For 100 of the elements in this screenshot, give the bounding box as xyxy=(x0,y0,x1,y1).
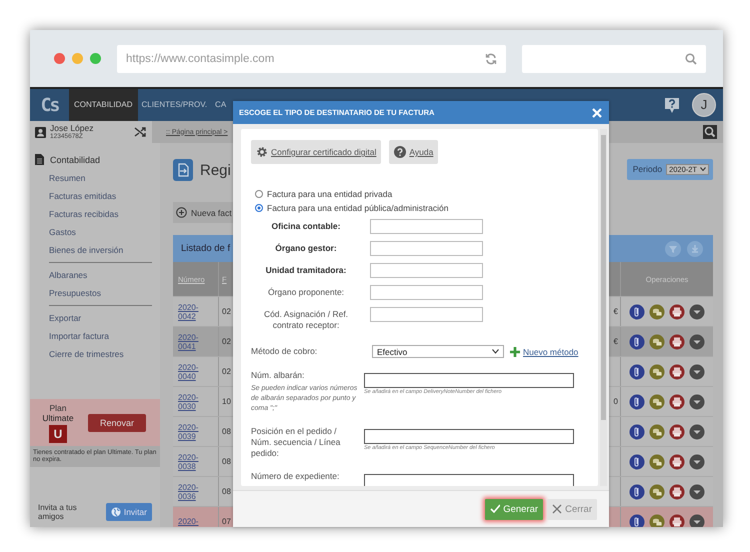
printer-icon[interactable] xyxy=(669,334,685,350)
settings-button[interactable]: Configurar certificado digital xyxy=(251,140,382,164)
invoice-number-link[interactable]: 2020- 0036 xyxy=(173,477,219,506)
nav-tab[interactable]: CA xyxy=(211,89,230,121)
sidebar-item[interactable]: Importar factura xyxy=(30,327,160,345)
printer-icon[interactable] xyxy=(669,424,685,440)
table-cell: 02 xyxy=(222,367,231,376)
caret-down-icon[interactable] xyxy=(689,334,705,350)
globe-icon xyxy=(110,507,121,517)
user-name: Jose López xyxy=(50,124,94,133)
sidebar-item[interactable]: Presupuestos xyxy=(30,284,160,302)
printer-icon[interactable] xyxy=(669,484,685,500)
plus-icon xyxy=(510,346,520,356)
input-field[interactable] xyxy=(370,307,483,322)
caret-down-icon[interactable] xyxy=(689,514,705,527)
payment-method-dropdown[interactable]: Efectivo xyxy=(372,345,504,358)
close-icon[interactable] xyxy=(592,108,602,118)
radio-button[interactable] xyxy=(255,190,263,198)
sidebar-item[interactable]: Resumen xyxy=(30,169,160,187)
sidebar-item[interactable]: Bienes de inversión xyxy=(30,241,160,259)
paperclip-icon[interactable] xyxy=(629,454,645,470)
close-icon xyxy=(552,504,562,514)
invoice-number-link[interactable]: 2020- xyxy=(173,507,219,527)
input-field[interactable] xyxy=(370,241,483,256)
coins-icon[interactable] xyxy=(649,424,665,440)
sidebar-section-title[interactable]: Contabilidad xyxy=(50,154,100,164)
address-bar[interactable]: https://www.contasimple.com xyxy=(117,44,506,72)
paperclip-icon[interactable] xyxy=(629,394,645,410)
printer-icon[interactable] xyxy=(669,454,685,470)
sidebar-item[interactable]: Albaranes xyxy=(30,266,160,284)
radio-button[interactable] xyxy=(255,204,263,212)
invoice-number-link[interactable]: 2020- 0040 xyxy=(173,357,219,386)
check-icon xyxy=(490,504,500,514)
app-logo[interactable]: Cs xyxy=(30,94,69,116)
caret-down-icon[interactable] xyxy=(689,304,705,320)
caret-down-icon[interactable] xyxy=(689,424,705,440)
period-label: Periodo xyxy=(632,164,662,174)
caret-down-icon[interactable] xyxy=(689,394,705,410)
table-cell: 08 xyxy=(222,457,231,466)
document-icon xyxy=(35,154,44,165)
printer-icon[interactable] xyxy=(669,514,685,527)
coins-icon[interactable] xyxy=(649,364,665,380)
table-cell: 07 xyxy=(222,517,231,526)
shuffle-icon[interactable] xyxy=(134,126,146,138)
caret-down-icon[interactable] xyxy=(689,484,705,500)
coins-icon[interactable] xyxy=(649,454,665,470)
plus-circle-icon xyxy=(176,207,187,218)
help-icon[interactable] xyxy=(664,96,680,114)
coins-icon[interactable] xyxy=(649,304,665,320)
table-cell: € xyxy=(614,307,618,316)
coins-icon[interactable] xyxy=(649,514,665,527)
nav-tab[interactable]: CONTABILIDAD xyxy=(69,89,138,121)
search-icon[interactable] xyxy=(703,125,717,139)
paperclip-icon[interactable] xyxy=(629,304,645,320)
paperclip-icon[interactable] xyxy=(629,364,645,380)
help-button[interactable]: Ayuda xyxy=(389,140,438,164)
input-field[interactable] xyxy=(370,219,483,234)
input-field[interactable] xyxy=(370,285,483,300)
sidebar-item[interactable]: Exportar xyxy=(30,309,160,327)
paperclip-icon[interactable] xyxy=(629,514,645,527)
invite-button[interactable]: Invitar xyxy=(106,503,152,521)
nav-tab[interactable]: CLIENTES/PROV. xyxy=(138,89,212,121)
sidebar-item[interactable]: Cierre de trimestres xyxy=(30,345,160,363)
radio-label[interactable]: Factura para una entidad pública/administración xyxy=(267,203,448,213)
sidebar-item[interactable]: Facturas recibidas xyxy=(30,205,160,223)
close-button[interactable]: Cerrar xyxy=(547,498,597,520)
input-field[interactable] xyxy=(364,474,574,486)
caret-down-icon[interactable] xyxy=(689,364,705,380)
input-field[interactable] xyxy=(364,373,574,388)
reload-icon[interactable] xyxy=(485,52,497,64)
paperclip-icon[interactable] xyxy=(629,334,645,350)
scrollbar[interactable] xyxy=(600,129,607,486)
field-label: Número de expediente: xyxy=(251,471,340,482)
coins-icon[interactable] xyxy=(649,334,665,350)
printer-icon[interactable] xyxy=(669,394,685,410)
coins-icon[interactable] xyxy=(649,394,665,410)
coins-icon[interactable] xyxy=(649,484,665,500)
invoice-number-link[interactable]: 2020- 0042 xyxy=(173,297,219,326)
caret-down-icon[interactable] xyxy=(689,454,705,470)
input-field[interactable] xyxy=(364,429,574,444)
field-label: Órgano gestor: xyxy=(274,242,338,254)
table-cell: 0 xyxy=(614,397,618,406)
printer-icon[interactable] xyxy=(669,304,685,320)
search-field[interactable] xyxy=(522,44,706,72)
new-method-link[interactable]: Nuevo método xyxy=(523,346,578,356)
generate-button[interactable]: Generar xyxy=(485,498,544,520)
paperclip-icon[interactable] xyxy=(629,484,645,500)
invoice-number-link[interactable]: 2020- 0039 xyxy=(173,417,219,446)
invoice-number-link[interactable]: 2020- 0041 xyxy=(173,327,219,356)
sidebar-item[interactable]: Gastos xyxy=(30,223,160,241)
input-field[interactable] xyxy=(370,263,483,278)
avatar[interactable]: J xyxy=(692,93,716,117)
radio-label[interactable]: Factura para una entidad privada xyxy=(267,189,392,199)
invoice-number-link[interactable]: 2020- 0030 xyxy=(173,387,219,416)
window-control-icon[interactable] xyxy=(54,53,65,64)
printer-icon[interactable] xyxy=(669,364,685,380)
invoice-number-link[interactable]: 2020- 0038 xyxy=(173,447,219,476)
sidebar-item[interactable]: Facturas emitidas xyxy=(30,187,160,205)
renew-button[interactable]: Renovar xyxy=(88,414,146,432)
paperclip-icon[interactable] xyxy=(629,424,645,440)
